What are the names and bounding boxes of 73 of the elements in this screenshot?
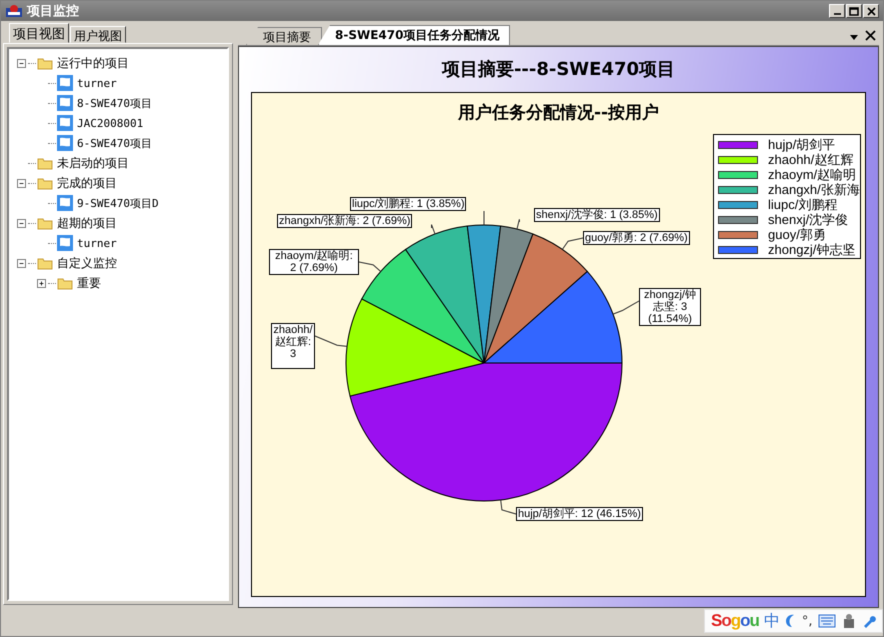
data-label: hujp/胡剑平: 12 (46.15%) xyxy=(516,507,643,521)
legend-label: shenxj/沈学俊 xyxy=(768,212,848,227)
document-tab[interactable]: 8-SWE470项目任务分配情况 xyxy=(318,25,510,45)
leader-line xyxy=(431,224,436,234)
tree-item[interactable]: 运行中的项目 xyxy=(57,54,129,72)
ime-logo[interactable]: Sogou xyxy=(711,611,759,631)
flag-icon xyxy=(57,95,73,111)
folder-icon xyxy=(37,56,53,70)
tree-item[interactable]: 6-SWE470项目 xyxy=(77,136,152,150)
chart-title: 用户任务分配情况--按用户 xyxy=(458,102,660,124)
flag-icon xyxy=(57,195,73,211)
close-icon xyxy=(865,30,876,41)
legend-label: zhangxh/张新海 xyxy=(768,182,860,198)
data-label: zhaohh/赵红辉: 3 xyxy=(271,323,315,369)
collapse-icon[interactable] xyxy=(17,218,26,228)
page-heading: 项目摘要---8-SWE470项目 xyxy=(442,59,676,80)
leader-line xyxy=(562,238,584,250)
flag-icon xyxy=(57,75,73,91)
leader-line xyxy=(358,262,382,272)
collapse-icon[interactable] xyxy=(17,258,26,268)
leader-line xyxy=(516,218,520,230)
legend-label: zhaoym/赵喻明 xyxy=(768,166,856,183)
tree-item[interactable]: 重要 xyxy=(77,274,101,292)
data-label: zhaoym/赵喻明: 2 (7.69%) xyxy=(269,249,359,275)
window-title: 项目监控 xyxy=(27,3,80,20)
input-mode-toggle[interactable]: 中 xyxy=(764,610,780,632)
tree-item[interactable]: 自定义监控 xyxy=(57,254,117,272)
tree-item[interactable]: JAC2008001 xyxy=(77,116,144,130)
punctuation-toggle[interactable]: °, xyxy=(802,614,813,628)
flag-icon xyxy=(57,235,73,251)
leader-line xyxy=(500,500,516,514)
data-label: liupc/刘鹏程: 1 (3.85%) xyxy=(350,197,466,211)
data-label: guoy/郭勇: 2 (7.69%) xyxy=(583,231,690,245)
leader-line xyxy=(612,300,640,315)
folder-icon xyxy=(37,156,53,170)
minimize-button[interactable] xyxy=(829,4,845,18)
data-label: zhongzj/钟志坚: 3 (11.54%) xyxy=(639,288,701,326)
minimize-icon xyxy=(834,13,840,15)
legend-label: liupc/刘鹏程 xyxy=(768,196,838,213)
data-label: shenxj/沈学俊: 1 (3.85%) xyxy=(534,208,660,222)
legend-label: zhongzj/钟志坚 xyxy=(768,242,856,258)
close-icon xyxy=(866,6,876,16)
tree-item[interactable]: turner xyxy=(77,236,117,250)
document-tab[interactable]: 项目摘要 xyxy=(246,27,322,45)
tree-item[interactable]: 8-SWE470项目 xyxy=(77,96,152,110)
data-label: zhangxh/张新海: 2 (7.69%) xyxy=(277,214,412,228)
app-icon xyxy=(5,4,23,18)
wrench-icon[interactable] xyxy=(862,614,876,628)
legend-label: hujp/胡剑平 xyxy=(768,136,836,154)
maximize-icon xyxy=(849,6,859,16)
flag-icon xyxy=(57,135,73,151)
caret-icon xyxy=(849,33,859,41)
tree-item[interactable]: turner xyxy=(77,76,117,90)
flag-icon xyxy=(57,115,73,131)
tab[interactable]: 项目视图 xyxy=(9,23,69,43)
expand-icon[interactable] xyxy=(37,278,46,288)
folder-icon xyxy=(37,176,53,190)
tree-item[interactable]: 超期的项目 xyxy=(57,214,117,232)
maximize-button[interactable] xyxy=(846,4,862,18)
folder-icon xyxy=(37,216,53,230)
tree-item[interactable]: 9-SWE470项目D xyxy=(77,196,159,210)
folder-icon xyxy=(57,276,73,290)
keyboard-icon[interactable] xyxy=(818,614,836,628)
tree-item[interactable]: 完成的项目 xyxy=(57,174,117,192)
legend-label: zhaohh/赵红辉 xyxy=(768,152,854,168)
collapse-icon[interactable] xyxy=(17,178,26,188)
close-button[interactable] xyxy=(863,4,879,18)
leader-line xyxy=(314,336,348,347)
collapse-icon[interactable] xyxy=(17,58,26,68)
tree-item[interactable]: 未启动的项目 xyxy=(57,154,129,172)
legend-label: guoy/郭勇 xyxy=(768,226,826,244)
folder-icon xyxy=(37,256,53,270)
tab[interactable]: 用户视图 xyxy=(70,26,126,43)
